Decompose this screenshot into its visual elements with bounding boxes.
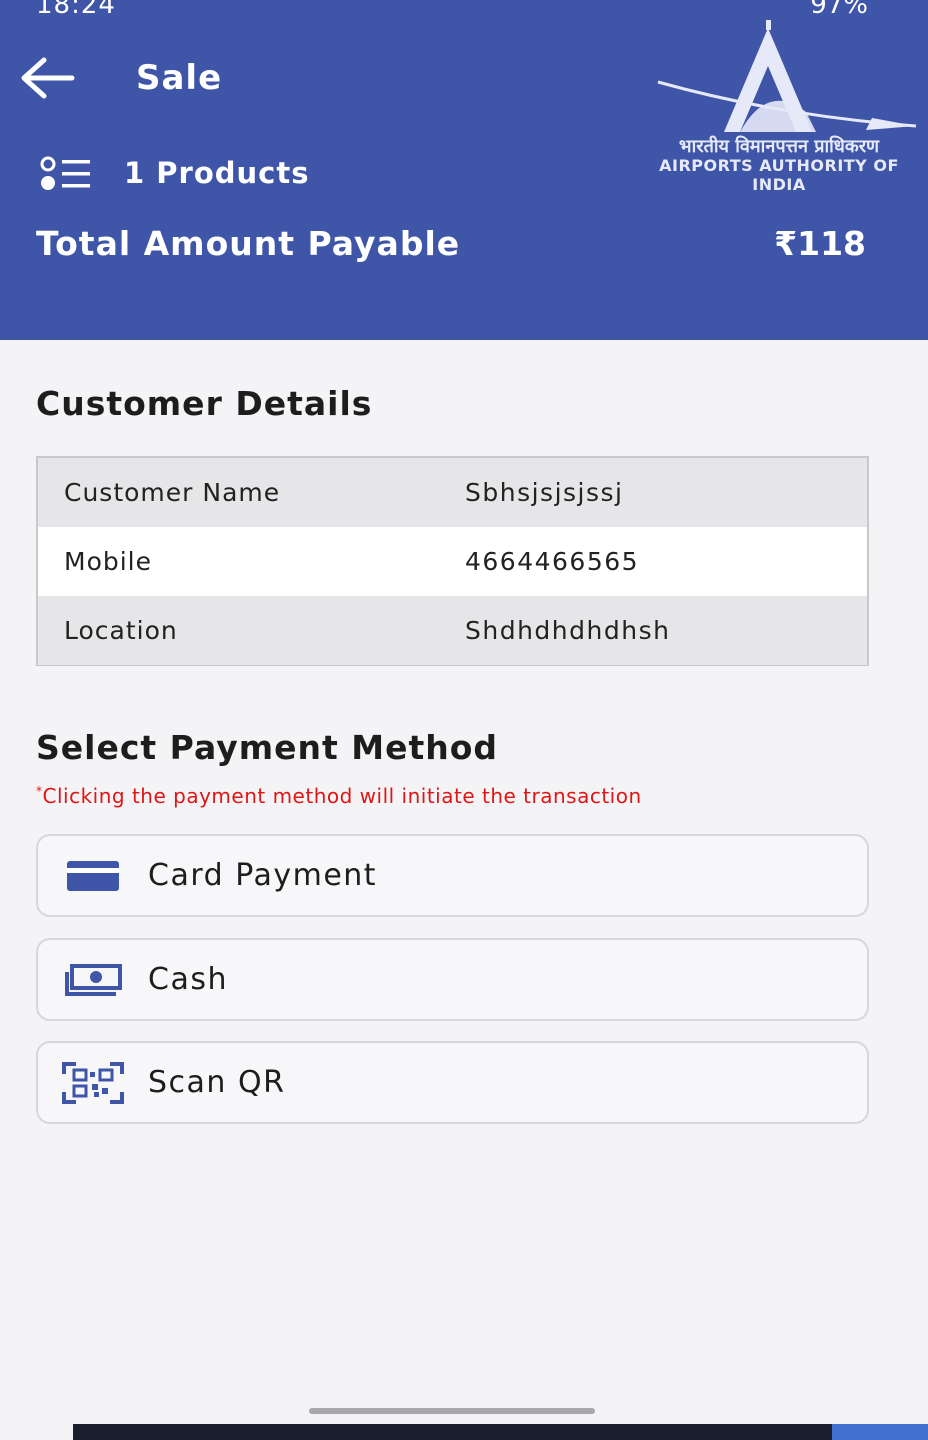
mobile-label: Mobile	[64, 547, 153, 576]
table-row: Customer Name Sbhsjsjsjssj	[38, 458, 867, 527]
table-row: Mobile 4664466565	[38, 527, 867, 596]
logo-hindi-text: भारतीय विमानपत्तन प्राधिकरण	[678, 136, 880, 157]
card-payment-button[interactable]: Card Payment	[36, 834, 869, 917]
mobile-value: 4664466565	[465, 547, 640, 576]
customer-details-table: Customer Name Sbhsjsjsjssj Mobile 466446…	[36, 456, 869, 666]
bottom-strip	[73, 1424, 833, 1440]
status-time: 18:24	[36, 0, 116, 20]
location-value: Shdhdhdhdhsh	[465, 616, 671, 645]
status-battery: 97%	[810, 0, 868, 20]
card-payment-label: Card Payment	[148, 858, 378, 893]
qr-scan-icon	[62, 1061, 124, 1104]
payment-note-text: Clicking the payment method will initiat…	[42, 784, 642, 808]
cash-icon	[65, 963, 122, 996]
home-indicator[interactable]	[309, 1408, 595, 1414]
scan-qr-button[interactable]: Scan QR	[36, 1041, 869, 1124]
product-list-icon[interactable]	[38, 156, 94, 192]
cash-label: Cash	[148, 962, 228, 997]
total-amount-value: ₹118	[774, 224, 866, 263]
customer-name-label: Customer Name	[64, 478, 281, 507]
bottom-strip-accent	[832, 1424, 928, 1440]
back-arrow-icon[interactable]	[18, 56, 78, 100]
logo-english-text: AIRPORTS AUTHORITY OF INDIA	[659, 156, 899, 194]
table-row: Location Shdhdhdhdhsh	[38, 596, 867, 665]
customer-details-title: Customer Details	[36, 384, 373, 423]
customer-name-value: Sbhsjsjsjssj	[465, 478, 624, 507]
products-count[interactable]: 1 Products	[124, 156, 309, 190]
page-title: Sale	[136, 58, 223, 98]
scan-qr-label: Scan QR	[148, 1065, 286, 1100]
payment-method-title: Select Payment Method	[36, 728, 499, 767]
total-amount-label: Total Amount Payable	[36, 224, 461, 263]
payment-note: *Clicking the payment method will initia…	[36, 784, 642, 808]
location-label: Location	[64, 616, 178, 645]
cash-button[interactable]: Cash	[36, 938, 869, 1021]
header-wave	[0, 300, 928, 338]
credit-card-icon	[67, 860, 119, 891]
